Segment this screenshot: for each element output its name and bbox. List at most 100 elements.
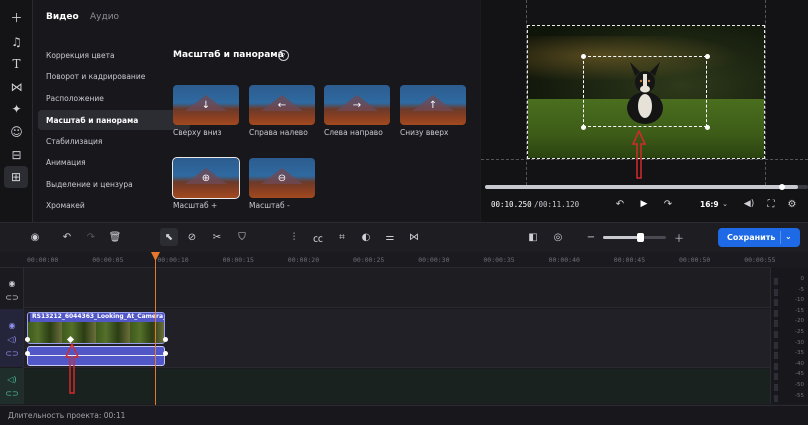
audio-wave-icon[interactable]: ⫶: [285, 228, 303, 246]
track-headers: ◉ ⊂⊃ ◉ ◁) ⊂⊃ ◁) ⊂⊃: [0, 268, 24, 404]
track-row[interactable]: [24, 268, 770, 308]
zoom-out-icon[interactable]: −: [582, 228, 600, 246]
divider: [780, 231, 781, 244]
preset-left-right[interactable]: →: [324, 85, 390, 125]
ruler-tick-label: 00:00:30: [418, 256, 450, 264]
zoom-in-icon[interactable]: ＋: [670, 228, 688, 246]
volume-icon[interactable]: ◁): [6, 334, 18, 344]
select-tool-icon[interactable]: ⬉: [160, 228, 178, 246]
menu-color-correction[interactable]: Коррекция цвета: [38, 45, 190, 65]
volume-line[interactable]: [27, 355, 165, 356]
settings-gear-icon[interactable]: ⚙: [786, 198, 798, 210]
clip-title: RS13212_6044363_Looking_At_Camera_For: [30, 313, 164, 322]
clip-keyframe[interactable]: [25, 337, 30, 342]
link-icon[interactable]: ⊂⊃: [5, 348, 18, 358]
stickers-icon[interactable]: ☺: [0, 120, 33, 143]
cut-icon[interactable]: ✂: [208, 228, 226, 246]
color-icon[interactable]: ◐: [357, 228, 375, 246]
total-time: /00:11.120: [534, 200, 580, 209]
save-button[interactable]: Сохранить ⌄: [718, 228, 800, 247]
preset-label: Масштаб +: [173, 201, 218, 210]
clip-handle[interactable]: [25, 351, 30, 356]
record-icon[interactable]: ◉: [26, 228, 44, 246]
step-forward-icon[interactable]: ↷: [662, 198, 674, 210]
step-back-icon[interactable]: ↶: [614, 198, 626, 210]
play-icon[interactable]: ▶: [638, 198, 650, 210]
timeline-ruler[interactable]: 00:00:00 00:00:05 00:00:10 00:00:15 00:00:20…: [0, 252, 776, 268]
delete-icon[interactable]: 🗑: [106, 228, 124, 246]
crop-handle[interactable]: [705, 125, 710, 130]
preset-label: Слева направо: [324, 128, 383, 137]
clip-handle[interactable]: [163, 351, 168, 356]
mask-icon[interactable]: ⛉: [233, 228, 251, 246]
crop-box[interactable]: [583, 56, 707, 127]
effects-icon[interactable]: ✦: [0, 97, 33, 120]
video-clip[interactable]: RS13212_6044363_Looking_At_Camera_For: [27, 312, 165, 344]
preset-right-left[interactable]: ←: [249, 85, 315, 125]
zoom-slider-fill: [603, 236, 641, 239]
crop-icon[interactable]: ⌗: [333, 228, 351, 246]
preset-zoom-in[interactable]: ⊕: [172, 157, 240, 199]
adjust-icon[interactable]: ⚌: [381, 228, 399, 246]
text-icon[interactable]: T: [0, 52, 33, 75]
aspect-ratio-select[interactable]: 16:9: [700, 200, 719, 209]
menu-chromakey[interactable]: Хромакей: [38, 195, 190, 215]
speed-icon[interactable]: ◎: [549, 228, 567, 246]
transition-icon[interactable]: ⋈: [405, 228, 423, 246]
progress-fill: [485, 185, 799, 189]
eye-icon[interactable]: ◉: [6, 320, 18, 330]
meter-bar-segment: [774, 384, 778, 391]
preset-label: Сверху вниз: [173, 128, 222, 137]
meter-bar-segment: [774, 394, 778, 402]
speaker-icon[interactable]: ◧: [524, 228, 542, 246]
audio-clip[interactable]: [27, 346, 165, 366]
crop-handle[interactable]: [581, 125, 586, 130]
menu-stabilization[interactable]: Стабилизация: [38, 131, 190, 151]
tab-audio[interactable]: Аудио: [90, 12, 119, 22]
chevron-down-icon[interactable]: ⌄: [785, 232, 792, 241]
playhead[interactable]: [155, 252, 156, 405]
ruler-tick-label: 00:00:40: [548, 256, 580, 264]
track-row[interactable]: [24, 369, 770, 404]
progress-handle[interactable]: [779, 184, 785, 190]
captions-icon[interactable]: ㏄: [309, 228, 327, 246]
bag-icon[interactable]: ⊟: [0, 143, 33, 166]
menu-highlight-censor[interactable]: Выделение и цензура: [38, 174, 190, 194]
ruler-tick-label: 00:00:45: [613, 256, 646, 264]
current-time: 00:10.250: [491, 200, 532, 209]
preset-top-down[interactable]: ↓: [173, 85, 239, 125]
ruler-tick-label: 00:00:35: [483, 256, 515, 264]
link-icon[interactable]: ⊂⊃: [5, 388, 18, 398]
tab-video[interactable]: Видео: [46, 12, 79, 22]
menu-animation[interactable]: Анимация: [38, 152, 190, 172]
transitions-icon[interactable]: ⋈: [0, 75, 33, 98]
crop-handle[interactable]: [581, 54, 586, 59]
chevron-down-icon[interactable]: ⌄: [720, 199, 730, 209]
clip-keyframe[interactable]: [163, 337, 168, 342]
volume-icon[interactable]: ◀): [743, 198, 755, 210]
zoom-slider-handle[interactable]: [637, 233, 644, 242]
link-icon[interactable]: ⊂⊃: [5, 292, 18, 302]
menu-position[interactable]: Расположение: [38, 88, 190, 108]
menu-rotate-crop[interactable]: Поворот и кадрирование: [38, 66, 190, 86]
preset-bottom-up[interactable]: ↑: [400, 85, 466, 125]
playback-progress[interactable]: [485, 185, 808, 189]
eye-icon[interactable]: ◉: [6, 278, 18, 288]
help-icon[interactable]: ?: [278, 50, 289, 61]
undo-icon[interactable]: ↶: [58, 228, 76, 246]
menu-zoom-pan[interactable]: Масштаб и панорама: [38, 110, 190, 130]
meter-level-label: -5: [798, 286, 804, 293]
preset-zoom-out[interactable]: ⊖: [249, 158, 315, 198]
music-icon[interactable]: ♫: [0, 30, 33, 53]
crop-handle[interactable]: [705, 54, 710, 59]
disable-icon[interactable]: ⊘: [183, 228, 201, 246]
volume-icon[interactable]: ◁): [6, 374, 18, 384]
redo-icon[interactable]: ↷: [82, 228, 100, 246]
ruler-tick-label: 00:00:50: [679, 256, 711, 264]
ruler-tick-label: 00:00:20: [287, 256, 320, 264]
meter-bar-segment: [774, 331, 778, 338]
tools-icon[interactable]: ⊞: [4, 166, 28, 188]
preset-label: Снизу вверх: [400, 128, 449, 137]
plus-icon[interactable]: ＋: [0, 6, 33, 29]
fullscreen-icon[interactable]: ⛶: [765, 198, 777, 210]
